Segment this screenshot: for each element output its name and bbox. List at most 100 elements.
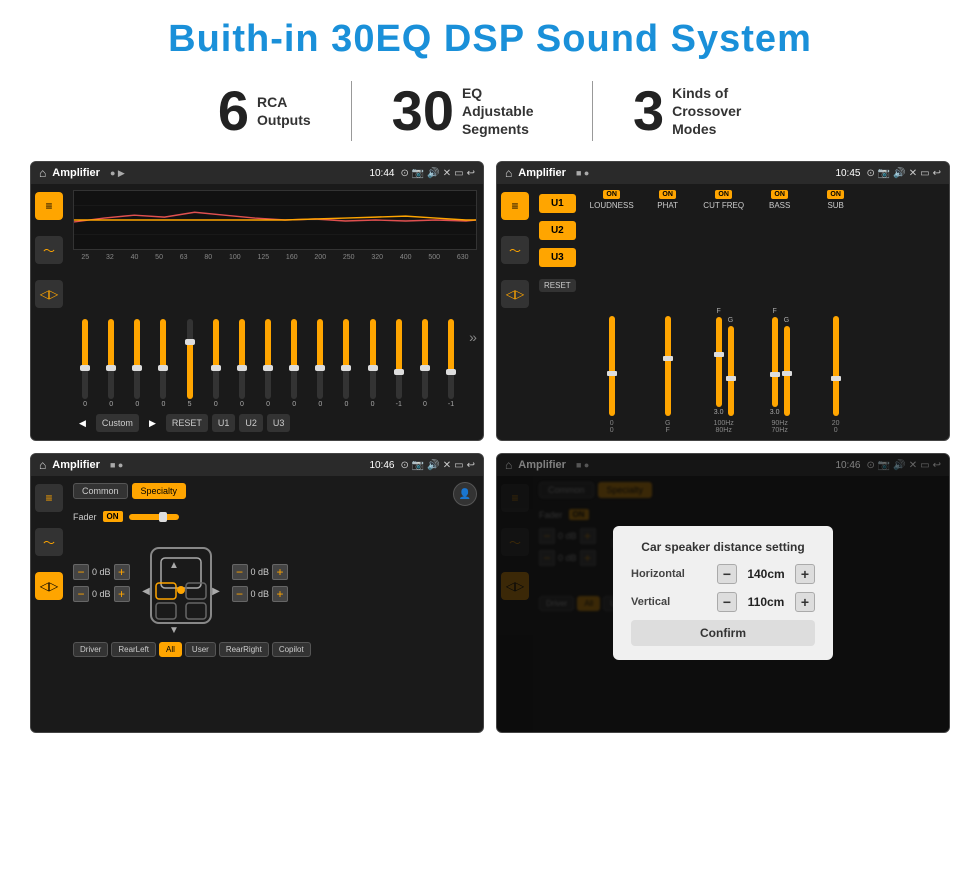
u3-button-eq[interactable]: U3 <box>267 414 291 432</box>
minus-btn-bl[interactable]: − <box>73 586 89 602</box>
screen-speaker-balance: ⌂ Amplifier ■ ● 10:46 ⊙ 📷 🔊 ✕ ▭ ↩ ≡ 〜 ◁▷ <box>30 453 484 733</box>
home-icon-2: ⌂ <box>505 166 512 180</box>
tab-row: Common Specialty <box>73 483 186 499</box>
screen-grid: ⌂ Amplifier ● ▶ 10:44 ⊙ 📷 🔊 ✕ ▭ ↩ ≡ 〜 ◁▷ <box>30 161 950 733</box>
channel-cutfreq: ON CUT FREQ F 3.0 <box>698 190 750 434</box>
slider-2[interactable]: 0 <box>99 319 123 408</box>
slider-6[interactable]: 0 <box>204 319 228 408</box>
vertical-plus[interactable]: + <box>795 592 815 612</box>
reset-button-eq[interactable]: RESET <box>166 414 208 432</box>
slider-5[interactable]: 5 <box>178 319 202 408</box>
u1-button-eq[interactable]: U1 <box>212 414 236 432</box>
volume-side-icon-3[interactable]: ◁▷ <box>35 572 63 600</box>
wave-icon-3[interactable]: 〜 <box>35 528 63 556</box>
slider-12[interactable]: 0 <box>361 319 385 408</box>
wave-icon[interactable]: 〜 <box>35 236 63 264</box>
db-val-tl: 0 dB <box>92 567 111 577</box>
db-control-tl: − 0 dB + <box>73 564 130 580</box>
back-icon-1: ↩ <box>467 168 475 179</box>
plus-btn-tl[interactable]: + <box>114 564 130 580</box>
horizontal-label: Horizontal <box>631 568 701 580</box>
loudness-name: LOUDNESS <box>590 201 634 210</box>
wave-icon-2[interactable]: 〜 <box>501 236 529 264</box>
stat-label-eq: EQ AdjustableSegments <box>462 84 552 139</box>
plus-btn-br[interactable]: + <box>272 586 288 602</box>
phat-slider[interactable] <box>665 316 671 416</box>
u2-btn-crossover[interactable]: U2 <box>539 221 576 240</box>
slider-13[interactable]: -1 <box>387 319 411 408</box>
slider-15[interactable]: -1 <box>439 319 463 408</box>
volume-side-icon[interactable]: ◁▷ <box>35 280 63 308</box>
profile-icon[interactable]: 👤 <box>453 482 477 506</box>
freq-80: 80 <box>204 254 212 261</box>
horizontal-plus[interactable]: + <box>795 564 815 584</box>
play-button[interactable]: ▶ <box>143 414 162 432</box>
plus-btn-tr[interactable]: + <box>272 564 288 580</box>
rearright-btn[interactable]: RearRight <box>219 642 269 657</box>
cutfreq-slider-g[interactable] <box>728 326 734 416</box>
confirm-button[interactable]: Confirm <box>631 620 815 646</box>
camera-icon-1: 📷 <box>412 168 424 179</box>
slider-10[interactable]: 0 <box>308 319 332 408</box>
all-btn[interactable]: All <box>159 642 182 657</box>
db-val-tr: 0 dB <box>251 567 270 577</box>
rearleft-btn[interactable]: RearLeft <box>111 642 156 657</box>
status-icons-2: ⊙ 📷 🔊 ✕ ▭ ↩ <box>866 168 941 179</box>
bass-slider-g[interactable] <box>784 326 790 416</box>
specialty-tab[interactable]: Specialty <box>132 483 187 499</box>
u2-button-eq[interactable]: U2 <box>239 414 263 432</box>
svg-text:◀: ◀ <box>142 586 150 597</box>
slider-7[interactable]: 0 <box>230 319 254 408</box>
bass-vals: 90Hz70Hz <box>772 420 788 434</box>
slider-4[interactable]: 0 <box>151 319 175 408</box>
slider-8[interactable]: 0 <box>256 319 280 408</box>
bass-slider-f[interactable] <box>772 317 778 407</box>
slider-11[interactable]: 0 <box>334 319 358 408</box>
custom-button[interactable]: Custom <box>96 414 139 432</box>
minus-btn-tr[interactable]: − <box>232 564 248 580</box>
sub-on-row: ON <box>827 190 844 199</box>
eq-icon-2[interactable]: ≡ <box>501 192 529 220</box>
common-tab[interactable]: Common <box>73 483 128 499</box>
reset-btn-crossover[interactable]: RESET <box>539 279 576 292</box>
page-wrapper: Buith-in 30EQ DSP Sound System 6 RCAOutp… <box>0 0 980 881</box>
slider-9[interactable]: 0 <box>282 319 306 408</box>
minus-btn-br[interactable]: − <box>232 586 248 602</box>
plus-btn-bl[interactable]: + <box>114 586 130 602</box>
status-icons-1: ⊙ 📷 🔊 ✕ ▭ ↩ <box>400 168 475 179</box>
copilot-btn[interactable]: Copilot <box>272 642 311 657</box>
screen-crossover: ⌂ Amplifier ■ ● 10:45 ⊙ 📷 🔊 ✕ ▭ ↩ ≡ 〜 ◁▷ <box>496 161 950 441</box>
status-dots-3: ■ ● <box>110 460 123 470</box>
location-icon-2: ⊙ <box>866 168 874 179</box>
u1-btn-crossover[interactable]: U1 <box>539 194 576 213</box>
user-btn[interactable]: User <box>185 642 216 657</box>
slider-14[interactable]: 0 <box>413 319 437 408</box>
fader-row: Fader ON <box>73 511 477 522</box>
screen3-content: ≡ 〜 ◁▷ Common Specialty 👤 Fader ON <box>31 476 483 732</box>
loudness-slider[interactable] <box>609 316 615 416</box>
freq-63: 63 <box>180 254 188 261</box>
status-dots-1: ● ▶ <box>110 168 125 179</box>
prev-button[interactable]: ◀ <box>73 414 92 432</box>
minus-btn-tl[interactable]: − <box>73 564 89 580</box>
vertical-label: Vertical <box>631 596 701 608</box>
db-control-tr: − 0 dB + <box>232 564 289 580</box>
driver-btn[interactable]: Driver <box>73 642 108 657</box>
vertical-minus[interactable]: − <box>717 592 737 612</box>
volume-side-icon-2[interactable]: ◁▷ <box>501 280 529 308</box>
eq-buttons: ◀ Custom ▶ RESET U1 U2 U3 <box>73 412 477 434</box>
sub-slider[interactable] <box>833 316 839 416</box>
vertical-control: − 110cm + <box>717 592 815 612</box>
slider-3[interactable]: 0 <box>125 319 149 408</box>
slider-1[interactable]: 0 <box>73 319 97 408</box>
cutfreq-slider-f[interactable] <box>716 317 722 407</box>
eq-icon[interactable]: ≡ <box>35 192 63 220</box>
expand-icon[interactable]: » <box>469 329 477 345</box>
u3-btn-crossover[interactable]: U3 <box>539 248 576 267</box>
eq-icon-3[interactable]: ≡ <box>35 484 63 512</box>
status-bar-2: ⌂ Amplifier ■ ● 10:45 ⊙ 📷 🔊 ✕ ▭ ↩ <box>497 162 949 184</box>
stat-number-rca: 6 <box>218 83 249 139</box>
horizontal-minus[interactable]: − <box>717 564 737 584</box>
cutfreq-vals: 100Hz80Hz <box>714 420 734 434</box>
fader-slider[interactable] <box>129 514 179 520</box>
